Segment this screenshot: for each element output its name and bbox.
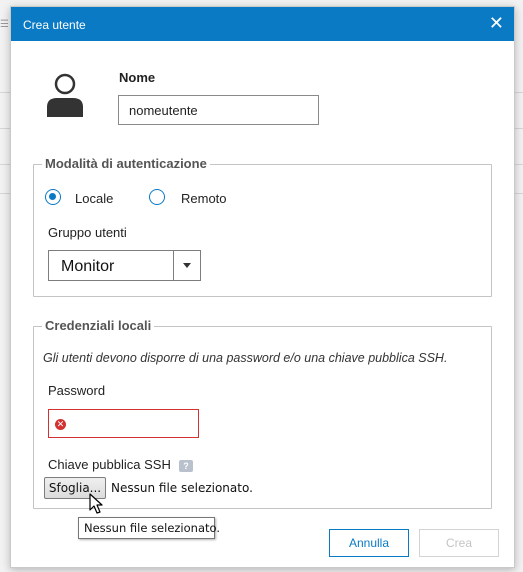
user-group-select[interactable]: Monitor: [48, 250, 201, 281]
local-credentials-group: Credenziali locali Gli utenti devono dis…: [33, 318, 492, 509]
radio-remote[interactable]: [149, 189, 165, 205]
radio-remote-label[interactable]: Remoto: [181, 191, 227, 206]
auth-mode-group: Modalità di autenticazione Locale Remoto…: [33, 156, 492, 297]
user-avatar-icon: [47, 73, 83, 117]
cancel-button[interactable]: Annulla: [329, 529, 409, 557]
radio-local[interactable]: [45, 189, 61, 205]
username-input[interactable]: [118, 95, 319, 125]
user-group-label: Gruppo utenti: [48, 225, 127, 240]
radio-local-label[interactable]: Locale: [75, 191, 113, 206]
mouse-pointer-icon: [89, 493, 103, 514]
menu-icon: ☰: [0, 19, 9, 30]
dialog-titlebar: Crea utente ✕: [11, 7, 514, 41]
select-divider: [173, 251, 174, 280]
create-button[interactable]: Crea: [419, 529, 499, 557]
file-status-text: Nessun file selezionato.: [111, 481, 253, 495]
create-user-dialog: Crea utente ✕ Nome Modalità di autentica…: [10, 6, 515, 568]
password-input[interactable]: ✕: [48, 409, 199, 438]
dialog-title: Crea utente: [23, 18, 86, 32]
password-label: Password: [48, 383, 106, 398]
local-credentials-legend: Credenziali locali: [42, 318, 155, 333]
error-icon: ✕: [55, 419, 66, 430]
file-tooltip: Nessun file selezionato.: [78, 517, 220, 539]
chevron-down-icon[interactable]: [183, 263, 191, 268]
name-label: Nome: [119, 70, 156, 85]
user-group-value: Monitor: [61, 258, 115, 275]
help-icon[interactable]: ?: [179, 460, 193, 472]
auth-mode-legend: Modalità di autenticazione: [42, 156, 210, 171]
close-icon[interactable]: ✕: [489, 13, 504, 33]
credentials-info-text: Gli utenti devono disporre di una passwo…: [43, 351, 448, 365]
ssh-key-label: Chiave pubblica SSH: [48, 457, 171, 472]
